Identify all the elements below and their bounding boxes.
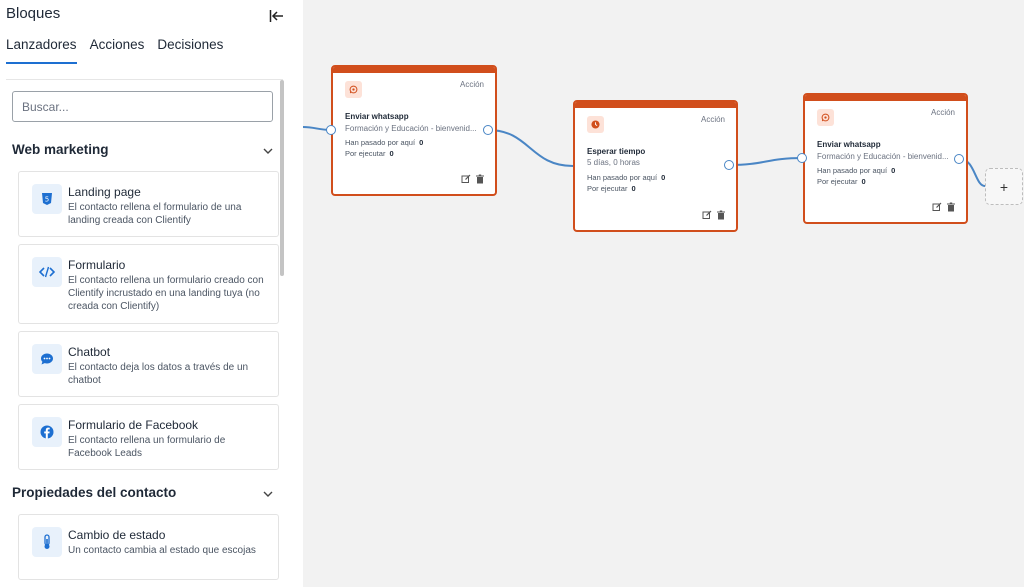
sidebar-scrollbar[interactable]	[280, 80, 284, 276]
card-description: El contacto rellena un formulario creado…	[68, 275, 264, 312]
collapse-sidebar-button[interactable]	[266, 6, 288, 26]
svg-text:5: 5	[45, 196, 49, 204]
node-stat-passed: Han pasado por aquí 0	[345, 138, 424, 147]
output-port[interactable]	[483, 125, 493, 135]
output-port[interactable]	[724, 160, 734, 170]
collapse-left-icon	[269, 10, 283, 22]
block-card-chatbot[interactable]: Chatbot El contacto deja los datos a tra…	[18, 331, 279, 397]
card-title: Cambio de estado	[68, 528, 166, 542]
node-header-bar	[805, 95, 966, 101]
chat-icon	[32, 344, 62, 374]
blocks-sidebar: Bloques Lanzadores Acciones Decisiones W…	[0, 0, 303, 587]
clock-icon	[587, 116, 604, 133]
block-tabs: Lanzadores Acciones Decisiones	[6, 37, 236, 64]
node-header-bar	[333, 67, 495, 73]
whatsapp-icon	[345, 81, 362, 98]
workflow-node-whatsapp-1[interactable]: Acción Enviar whatsapp Formación y Educa…	[331, 65, 497, 196]
node-title: Enviar whatsapp	[345, 112, 409, 121]
trash-icon[interactable]	[716, 210, 726, 220]
workflow-node-wait[interactable]: Acción Esperar tiempo 5 días, 0 horas Ha…	[573, 100, 738, 232]
input-port[interactable]	[797, 153, 807, 163]
card-title: Chatbot	[68, 345, 111, 359]
tabs-divider	[6, 79, 283, 80]
code-icon	[32, 257, 62, 287]
card-title: Formulario de Facebook	[68, 418, 199, 432]
card-description: Un contacto cambia al estado que escojas	[68, 545, 256, 556]
block-card-facebook-form[interactable]: Formulario de Facebook El contacto relle…	[18, 404, 279, 470]
card-description: El contacto rellena un formulario de Fac…	[68, 435, 226, 459]
node-type-label: Acción	[930, 108, 955, 117]
tab-acciones[interactable]: Acciones	[90, 37, 145, 64]
thermometer-icon	[32, 527, 62, 557]
edit-icon[interactable]	[461, 174, 471, 184]
node-stat-pending: Por ejecutar 0	[587, 184, 636, 193]
node-type-label: Acción	[700, 115, 725, 124]
node-subtitle: Formación y Educación - bienvenid...	[817, 152, 949, 161]
chevron-down-icon[interactable]	[262, 145, 274, 157]
chevron-down-icon[interactable]	[262, 488, 274, 500]
trash-icon[interactable]	[946, 202, 956, 212]
node-header-bar	[575, 102, 736, 108]
section-title-web-marketing: Web marketing	[12, 142, 109, 157]
edit-icon[interactable]	[932, 202, 942, 212]
node-title: Esperar tiempo	[587, 147, 646, 156]
node-stat-passed: Han pasado por aquí 0	[817, 166, 896, 175]
card-description: El contacto deja los datos a través de u…	[68, 362, 249, 386]
whatsapp-icon	[817, 109, 834, 126]
card-title: Formulario	[68, 258, 126, 272]
search-input[interactable]	[12, 91, 273, 122]
node-stat-passed: Han pasado por aquí 0	[587, 173, 666, 182]
block-card-landing-page[interactable]: 5 Landing page El contacto rellena el fo…	[18, 171, 279, 237]
node-subtitle: 5 días, 0 horas	[587, 158, 640, 167]
tab-lanzadores[interactable]: Lanzadores	[6, 37, 77, 64]
node-title: Enviar whatsapp	[817, 140, 881, 149]
section-title-propiedades: Propiedades del contacto	[12, 485, 177, 500]
tab-decisiones[interactable]: Decisiones	[157, 37, 223, 64]
add-node-button[interactable]: +	[985, 168, 1023, 205]
sidebar-title: Bloques	[6, 5, 61, 22]
node-subtitle: Formación y Educación - bienvenid...	[345, 124, 477, 133]
block-card-formulario[interactable]: Formulario El contacto rellena un formul…	[18, 244, 279, 324]
node-stat-pending: Por ejecutar 0	[817, 177, 866, 186]
card-title: Landing page	[68, 185, 141, 199]
workflow-node-whatsapp-2[interactable]: Acción Enviar whatsapp Formación y Educa…	[803, 93, 968, 224]
output-port[interactable]	[954, 154, 964, 164]
facebook-icon	[32, 417, 62, 447]
node-stat-pending: Por ejecutar 0	[345, 149, 394, 158]
node-type-label: Acción	[459, 80, 484, 89]
card-description: El contacto rellena el formulario de una…	[68, 202, 242, 226]
edit-icon[interactable]	[702, 210, 712, 220]
input-port[interactable]	[326, 125, 336, 135]
trash-icon[interactable]	[475, 174, 485, 184]
html5-icon: 5	[32, 184, 62, 214]
block-card-cambio-estado[interactable]: Cambio de estado Un contacto cambia al e…	[18, 514, 279, 580]
